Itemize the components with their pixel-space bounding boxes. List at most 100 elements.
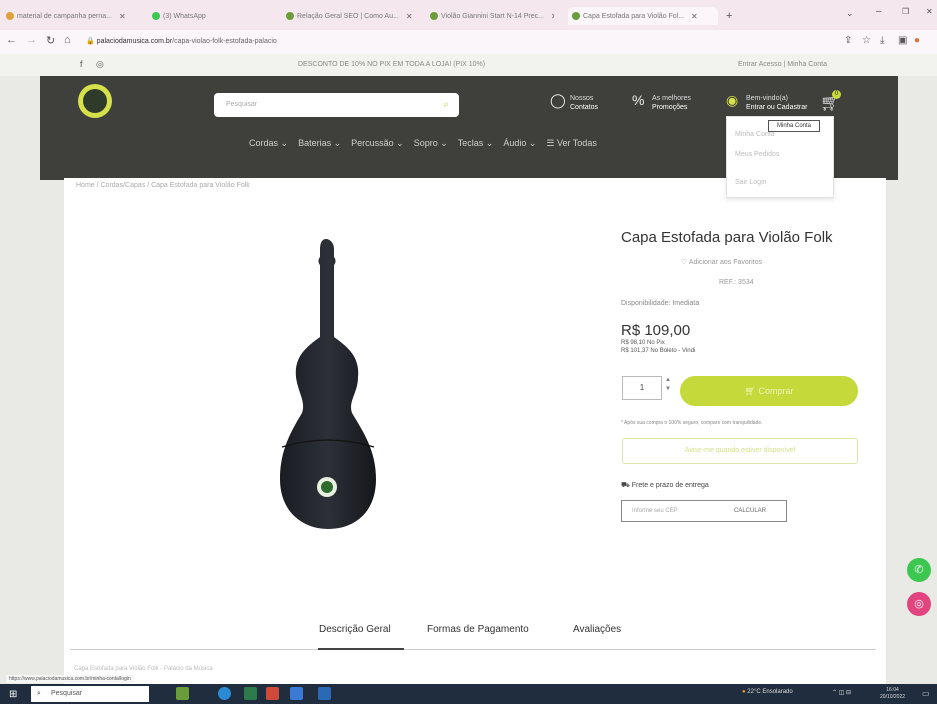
tooltip: Minha Conta <box>768 120 820 132</box>
tab-favicon-icon <box>6 12 14 20</box>
notify-button[interactable]: Avise-me quando estiver disponível <box>622 438 858 464</box>
sidebar-icon[interactable]: ▣ <box>898 35 907 46</box>
dropdown-item-meus-pedidos[interactable]: Meus Pedidos <box>735 151 779 158</box>
app-icon[interactable] <box>318 687 331 700</box>
system-tray-icons[interactable]: ⌃ ◫ ⊟ <box>832 689 851 696</box>
search-placeholder: Pesquisar <box>226 101 258 108</box>
menu-item-teclas[interactable]: Teclas ⌄ <box>458 138 494 149</box>
app-icon[interactable] <box>244 687 257 700</box>
tab-descricao[interactable]: Descrição Geral <box>319 624 391 635</box>
account-line2: Entrar ou Cadastrar <box>746 104 808 111</box>
calculate-button[interactable]: CALCULAR <box>734 508 766 514</box>
site-logo[interactable] <box>78 84 112 118</box>
tab-pagamento[interactable]: Formas de Pagamento <box>427 624 529 635</box>
browser-tab[interactable]: Violão Giannini Start N-14 Prec... ✕ <box>426 7 554 25</box>
menu-item-percussao[interactable]: Percussão ⌄ <box>351 138 404 149</box>
quantity-stepper[interactable]: ▲ ▼ <box>665 376 671 394</box>
window-close-icon[interactable]: ✕ <box>926 7 933 16</box>
chat-icon: ◯ <box>550 92 566 108</box>
add-favorite-link[interactable]: ♡ Adicionar aos Favoritos <box>681 258 762 266</box>
percent-icon: % <box>632 92 645 108</box>
tab-favicon-icon <box>572 12 580 20</box>
cart-icon: 🛒︎ <box>744 386 759 396</box>
quantity-input[interactable]: 1 <box>622 376 662 400</box>
contacts-link[interactable]: ◯ Nossos Contatos <box>550 93 599 112</box>
promotions-link[interactable]: % As melhores Promoções <box>632 93 691 112</box>
dropdown-item-sair[interactable]: Sair Login <box>735 179 767 186</box>
tab-favicon-icon <box>286 12 294 20</box>
contacts-line1: Nossos <box>570 95 594 102</box>
tab-label: material de campanha perna... <box>17 12 112 20</box>
cep-placeholder: Informe seu CEP <box>632 508 678 514</box>
account-links[interactable]: Entrar Acesso | Minha Conta <box>738 61 827 68</box>
taskbar-search[interactable]: ⌕ Pesquisar <box>31 686 149 702</box>
close-icon[interactable]: ✕ <box>691 12 698 21</box>
taskbar-search-label: Pesquisar <box>51 690 83 697</box>
app-icon[interactable] <box>176 687 189 700</box>
promotions-line2: Promoções <box>652 104 688 111</box>
whatsapp-icon[interactable]: ✆ <box>907 558 931 582</box>
clock[interactable]: 16:04 20/10/2022 <box>880 687 905 701</box>
pix-price: R$ 98,10 No Pix <box>621 340 665 346</box>
forward-arrow-icon[interactable]: → <box>26 34 37 46</box>
maximize-icon[interactable]: ❐ <box>902 7 909 16</box>
product-image <box>280 239 376 529</box>
tab-avaliacoes[interactable]: Avaliações <box>573 624 621 635</box>
search-input[interactable]: Pesquisar ⌕ <box>214 93 459 117</box>
dropdown-item-minha-conta[interactable]: Minha Conta <box>735 131 775 138</box>
account-line1: Bem-vindo(a) <box>746 95 789 102</box>
share-icon[interactable]: ⇪ <box>844 35 852 46</box>
browser-tab[interactable]: material de campanha perna... ✕ <box>2 7 144 25</box>
cep-field[interactable]: Informe seu CEP CALCULAR <box>621 500 787 522</box>
tab-favicon-icon <box>430 12 438 20</box>
new-tab-button[interactable]: + <box>722 7 742 25</box>
account-link[interactable]: ◉ Bem-vindo(a) Entrar ou Cadastrar <box>726 93 808 112</box>
menu-item-ver-todas[interactable]: ☰ Ver Todas <box>546 138 596 149</box>
home-icon[interactable]: ⌂ <box>64 34 71 46</box>
close-icon[interactable]: ✕ <box>551 12 554 21</box>
app-icon[interactable] <box>290 687 303 700</box>
notification-icon[interactable]: ▭ <box>922 689 930 698</box>
browser-tab[interactable]: Relação Geral SEO | Como Au... ✕ <box>282 7 412 25</box>
product-ref: REF.: 3534 <box>719 279 754 286</box>
star-icon[interactable]: ☆ <box>862 35 871 46</box>
description-text: Capa Estofada para Violão Folk - Palácio… <box>74 666 213 672</box>
menu-item-audio[interactable]: Áudio ⌄ <box>503 138 536 149</box>
url-path: /capa-violao-folk-estofada-palacio <box>172 38 277 45</box>
close-icon[interactable]: ✕ <box>406 12 412 21</box>
availability-text: Disponibilidade: Imediata <box>621 300 700 307</box>
facebook-icon[interactable]: f <box>80 59 83 69</box>
download-icon[interactable]: ⤓ <box>880 35 884 46</box>
search-icon[interactable]: ⌕ <box>443 93 449 117</box>
chevron-down-icon[interactable]: ⌄ <box>846 8 854 19</box>
app-icon[interactable] <box>266 687 279 700</box>
reload-icon[interactable]: ↻ <box>46 34 55 47</box>
minimize-icon[interactable]: – <box>876 6 882 17</box>
breadcrumb[interactable]: Home / Cordas/Capas / Capa Estofada para… <box>76 182 250 189</box>
windows-start-icon[interactable]: ⊞ <box>9 689 17 700</box>
contacts-line2: Contatos <box>570 104 599 111</box>
browser-tab-active[interactable]: Capa Estofada para Violão Fol... ✕ <box>568 7 718 25</box>
promo-banner-text: DESCONTO DE 10% NO PIX EM TODA A LOJA! (… <box>298 61 486 68</box>
close-icon[interactable]: ✕ <box>119 12 126 21</box>
product-title: Capa Estofada para Violão Folk <box>621 229 833 246</box>
instagram-icon[interactable]: ◎ <box>907 592 931 616</box>
buy-button-label: Comprar <box>758 386 794 396</box>
tab-favicon-icon <box>152 12 160 20</box>
browser-tab[interactable]: (3) WhatsApp <box>148 7 266 25</box>
address-bar: ← → ↻ ⌂ 🔒 palaciodamusica.com.br/capa-vi… <box>0 30 937 54</box>
instagram-small-icon[interactable]: ◎ <box>96 59 104 70</box>
shipping-heading: ⛟ Frete e prazo de entrega <box>621 481 709 490</box>
sun-icon: ● <box>742 689 746 695</box>
url-domain: palaciodamusica.com.br <box>96 38 173 45</box>
clock-date: 20/10/2022 <box>880 694 906 700</box>
weather-widget[interactable]: ● 22°C Ensolarado <box>742 689 793 695</box>
buy-button[interactable]: 🛒︎ Comprar <box>680 376 858 406</box>
back-arrow-icon[interactable]: ← <box>6 34 17 46</box>
menu-item-sopro[interactable]: Sopro ⌄ <box>414 138 448 149</box>
url-field[interactable]: 🔒 palaciodamusica.com.br/capa-violao-fol… <box>86 34 826 50</box>
profile-icon[interactable]: ● <box>914 35 920 46</box>
menu-item-cordas[interactable]: Cordas ⌄ <box>249 138 288 149</box>
browser-app-icon[interactable] <box>218 687 231 700</box>
menu-item-baterias[interactable]: Baterias ⌄ <box>298 138 341 149</box>
